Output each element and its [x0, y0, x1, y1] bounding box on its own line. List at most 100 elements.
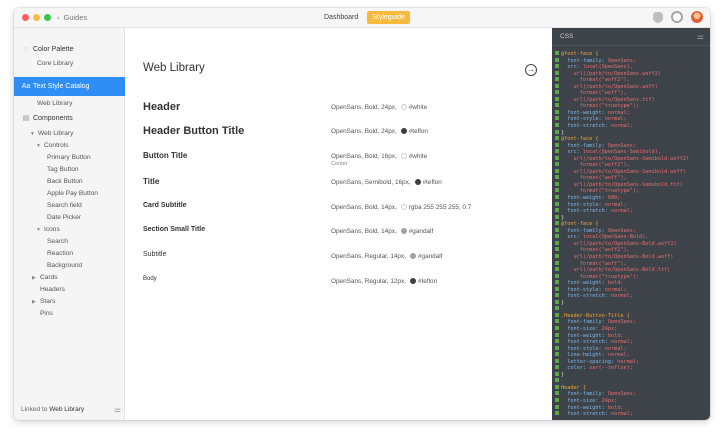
style-spec: OpenSans, Bold, 24px, #teflon: [331, 127, 428, 136]
sidebar-item-label: Components: [33, 115, 73, 122]
style-spec: OpenSans, Regular, 14px, #gandalf: [331, 252, 443, 261]
style-row-section-small-title[interactable]: Section Small Title OpenSans, Bold, 14px…: [143, 225, 543, 243]
filter-settings-icon[interactable]: ⚌: [114, 405, 121, 415]
tree-label: Date Picker: [47, 214, 82, 221]
style-row-button-title[interactable]: Button Title OpenSans, Bold, 16px, #white…: [143, 150, 543, 168]
style-name: Button Title: [143, 151, 188, 160]
tree-pins[interactable]: Pins: [14, 307, 125, 320]
style-row-header[interactable]: Header OpenSans, Bold, 24px, #white: [143, 101, 543, 119]
style-name: Header: [143, 101, 181, 113]
tree-label: Apple Pay Button: [47, 190, 98, 197]
style-spec: OpenSans, Regular, 12px, #teflon: [331, 277, 437, 286]
color-swatch: [409, 278, 416, 284]
sidebar-item-web-library[interactable]: Web Library: [14, 97, 125, 110]
main-content: Web Library → Header OpenSans, Bold, 24p…: [125, 28, 552, 420]
sidebar-item-text-style-catalog[interactable]: Aa Text Style Catalog: [14, 77, 125, 96]
style-spec: OpenSans, Bold, 16px, #white: [331, 152, 427, 161]
style-desc: OpenSans, Bold, 16px,: [331, 153, 397, 160]
avatar[interactable]: [691, 11, 703, 23]
color-swatch: [400, 104, 407, 110]
style-row-header-button-title[interactable]: Header Button Title OpenSans, Bold, 24px…: [143, 125, 543, 143]
back-link[interactable]: ‹ Guides: [57, 12, 87, 23]
tree-label: Search field: [47, 202, 82, 209]
style-row-title[interactable]: Title OpenSans, Semibold, 16px, #teflon: [143, 176, 543, 194]
style-color: #teflon: [422, 179, 442, 186]
sidebar-item-label: Color Palette: [33, 46, 74, 53]
style-name: Section Small Title: [143, 226, 206, 233]
sidebar-footer: Linked to Web Library ⚌: [21, 405, 121, 415]
page-title: Web Library: [143, 62, 205, 74]
sidebar-item-color-palette[interactable]: ◌ Color Palette: [14, 43, 125, 56]
chevron-left-icon: ‹: [57, 13, 60, 22]
style-desc: OpenSans, Regular, 14px,: [331, 253, 406, 260]
tree-label: Primary Button: [47, 154, 91, 161]
code-line: font-stretch: normal;: [552, 411, 710, 418]
tab-styleguide[interactable]: Styleguide: [367, 11, 410, 24]
style-row-card-subtitle[interactable]: Card Subtitle OpenSans, Bold, 14px, rgba …: [143, 201, 543, 219]
css-panel-header: CSS ⚌: [552, 28, 710, 46]
style-desc: OpenSans, Semibold, 16px,: [331, 179, 411, 186]
go-forward-icon[interactable]: →: [525, 64, 537, 76]
tree-label: Icons: [44, 226, 60, 233]
style-desc: OpenSans, Bold, 14px,: [331, 204, 397, 211]
tree-label: Pins: [40, 310, 53, 317]
minimize-window-button[interactable]: [33, 14, 40, 21]
sidebar-item-label: Web Library: [37, 100, 73, 107]
title-bar: ‹ Guides Dashboard Styleguide: [14, 8, 710, 28]
color-swatch: [400, 153, 407, 159]
notifications-icon[interactable]: [653, 11, 663, 23]
style-desc: OpenSans, Bold, 14px,: [331, 228, 397, 235]
sidebar-item-components[interactable]: ▤ Components: [14, 112, 125, 125]
style-desc: OpenSans, Regular, 12px,: [331, 278, 406, 285]
style-row-subtitle[interactable]: Subtitle OpenSans, Regular, 14px, #gandal…: [143, 250, 543, 268]
color-swatch: [400, 128, 407, 134]
linked-to-label: Linked to: [21, 406, 48, 413]
style-color: #white: [408, 104, 428, 111]
style-spec: OpenSans, Bold, 24px, #white: [331, 103, 427, 112]
color-swatch: [400, 228, 407, 234]
color-swatch: [414, 179, 421, 185]
style-row-body[interactable]: Body OpenSans, Regular, 12px, #teflon: [143, 275, 543, 293]
tree-label: Headers: [40, 286, 65, 293]
toolbar-icons: [653, 11, 703, 23]
tree-label: Reaction: [47, 250, 74, 257]
style-color: rgba 255 255 255, 0.7: [408, 204, 472, 211]
text-style-icon: Aa: [21, 83, 31, 90]
color-swatch: [409, 253, 416, 259]
zoom-window-button[interactable]: [44, 14, 51, 21]
tree-label: Stars: [40, 298, 56, 305]
style-color: #gandalf: [417, 253, 443, 260]
app-window: ‹ Guides Dashboard Styleguide ◌ Color Pale…: [14, 8, 710, 420]
sidebar-item-core-library[interactable]: Core Library: [14, 57, 125, 70]
close-window-button[interactable]: [22, 14, 29, 21]
css-panel-title: CSS: [560, 33, 574, 40]
linked-library-link[interactable]: Web Library: [49, 406, 84, 413]
style-name: Header Button Title: [143, 125, 245, 137]
style-name: Card Subtitle: [143, 202, 187, 209]
style-alignment: Center: [331, 161, 348, 167]
css-code-block[interactable]: @font-face { font-family: OpenSans; src:…: [552, 51, 710, 418]
tree-label: Web Library: [38, 130, 74, 137]
style-desc: OpenSans, Bold, 24px,: [331, 128, 397, 135]
tab-dashboard[interactable]: Dashboard: [319, 11, 363, 24]
color-swatch: [400, 204, 407, 210]
palette-icon: ◌: [23, 46, 29, 53]
tree-label: Cards: [40, 274, 58, 281]
style-spec: OpenSans, Bold, 14px, rgba 255 255 255, 0…: [331, 203, 471, 212]
style-name: Subtitle: [143, 251, 167, 258]
tree-label: Controls: [44, 142, 69, 149]
style-desc: OpenSans, Bold, 24px,: [331, 104, 397, 111]
sidebar-item-label: Core Library: [37, 60, 74, 67]
style-color: #teflon: [417, 278, 438, 285]
style-spec: OpenSans, Bold, 14px, #gandalf: [331, 227, 433, 236]
panel-settings-icon[interactable]: ⚌: [697, 32, 704, 41]
tree-label: Back Button: [47, 178, 83, 185]
sidebar-item-label: Text Style Catalog: [33, 83, 90, 90]
tree-label: Search: [47, 238, 68, 245]
style-name: Body: [143, 276, 157, 282]
help-icon[interactable]: [671, 11, 683, 23]
top-tabs: Dashboard Styleguide: [319, 11, 410, 24]
tree-label: Background: [47, 262, 83, 269]
style-color: #gandalf: [408, 228, 434, 235]
sidebar: ◌ Color Palette Core Library Aa Text Style…: [14, 28, 125, 420]
